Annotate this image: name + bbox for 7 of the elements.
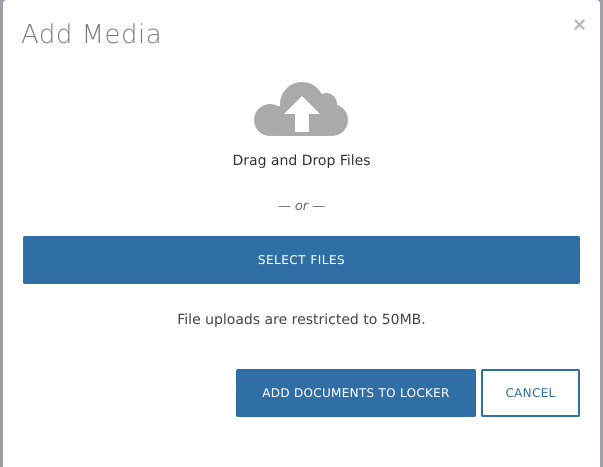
- drag-drop-label: Drag and Drop Files: [232, 153, 371, 169]
- or-separator: — or —: [278, 199, 326, 214]
- add-documents-button[interactable]: ADD DOCUMENTS TO LOCKER: [236, 369, 476, 417]
- select-files-button[interactable]: SELECT FILES: [23, 236, 580, 284]
- upload-limit-note: File uploads are restricted to 50MB.: [176, 312, 427, 328]
- cancel-button[interactable]: CANCEL: [481, 369, 580, 417]
- dialog-title: Add Media: [21, 20, 162, 50]
